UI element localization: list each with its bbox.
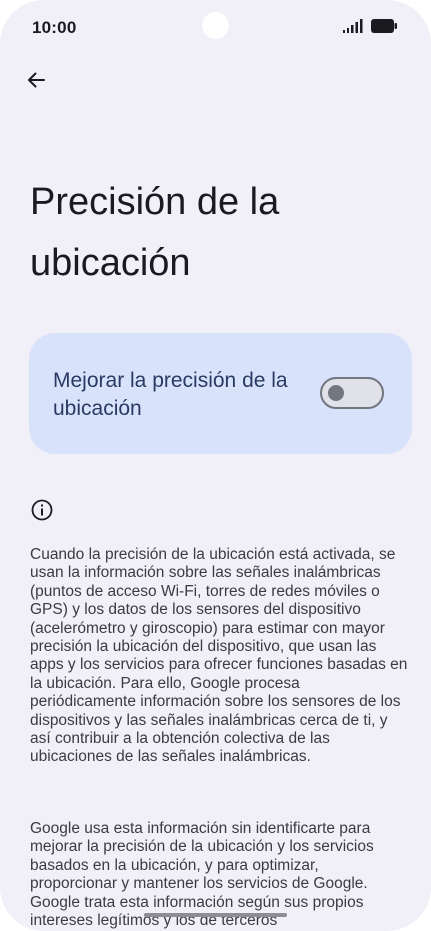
toggle-label: Mejorar la precisión de la ubicación bbox=[53, 369, 288, 420]
switch-thumb bbox=[328, 385, 344, 401]
improve-location-accuracy-toggle-row[interactable]: Mejorar la precisión de la ubicación bbox=[29, 333, 412, 454]
status-bar: 10:00 bbox=[0, 0, 431, 56]
info-icon bbox=[31, 499, 53, 521]
page-title: Precisión de la ubicación bbox=[30, 181, 280, 284]
gesture-navigation-bar[interactable] bbox=[144, 913, 287, 917]
battery-icon bbox=[371, 19, 397, 33]
camera-cutout bbox=[202, 12, 229, 39]
signal-icon bbox=[343, 19, 363, 33]
phone-screen: 10:00 Precisión de la ubicación Mejorar … bbox=[0, 0, 431, 931]
location-accuracy-switch[interactable] bbox=[320, 377, 384, 409]
status-time: 10:00 bbox=[32, 18, 77, 37]
back-button[interactable] bbox=[20, 64, 52, 96]
info-paragraph-1: Cuando la precisión de la ubicación está… bbox=[30, 546, 408, 766]
arrow-back-icon bbox=[28, 72, 45, 88]
